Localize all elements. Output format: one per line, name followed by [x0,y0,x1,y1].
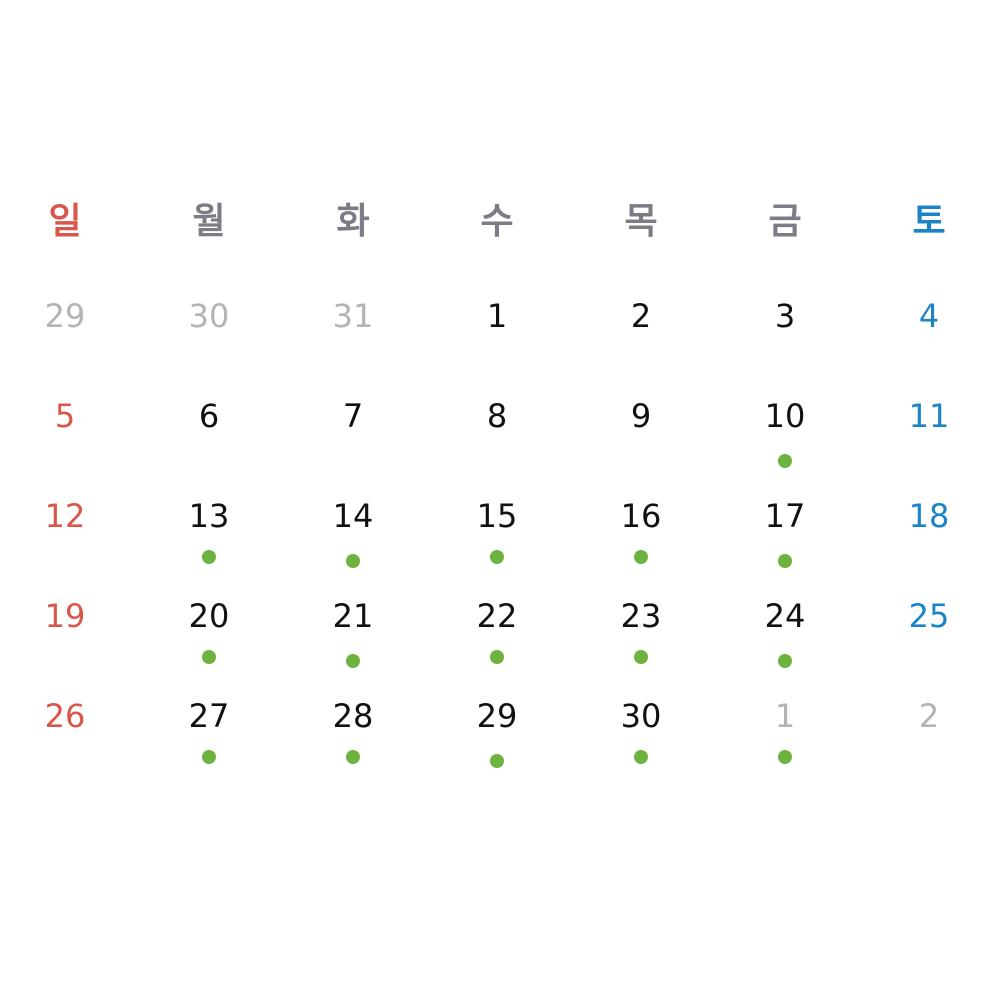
day-cell[interactable]: 20 [149,594,269,694]
day-number: 4 [918,297,940,335]
event-dot-icon [778,654,792,668]
day-cell[interactable]: 3 [725,294,845,394]
day-number: 9 [630,397,652,435]
day-number: 16 [620,497,662,535]
weekday-header-sat: 토 [912,201,946,242]
day-cell[interactable]: 10 [725,394,845,494]
day-number: 14 [332,497,374,535]
weekday-header-wed: 수 [480,201,514,242]
day-number: 27 [188,697,230,735]
event-dot-icon [346,554,360,568]
day-number: 7 [342,397,364,435]
day-cell[interactable]: 1 [725,694,845,794]
day-cell[interactable]: 30 [581,694,701,794]
day-cell[interactable]: 16 [581,494,701,594]
day-cell[interactable]: 15 [437,494,557,594]
weekday-header-fri: 금 [768,201,802,242]
day-cell[interactable]: 4 [869,294,989,394]
day-cell[interactable]: 18 [869,494,989,594]
day-number: 25 [908,597,950,635]
day-number: 3 [774,297,796,335]
event-dot-icon [778,454,792,468]
day-cell[interactable]: 8 [437,394,557,494]
day-cell[interactable]: 28 [293,694,413,794]
day-number: 1 [774,697,796,735]
day-cell[interactable]: 21 [293,594,413,694]
day-number: 23 [620,597,662,635]
day-cell[interactable]: 12 [5,494,125,594]
day-cell[interactable]: 25 [869,594,989,694]
day-cell[interactable]: 19 [5,594,125,694]
day-number: 15 [476,497,518,535]
day-number: 17 [764,497,806,535]
day-number: 13 [188,497,230,535]
day-cell[interactable]: 6 [149,394,269,494]
weekday-header-sun: 일 [48,201,82,242]
day-cell[interactable]: 29 [437,694,557,794]
event-dot-icon [490,754,504,768]
calendar: 일월화수목금토 29 30 31 1 2 3 4 5 6 7 8 9 10 11 12 13 14 15 16 17 1… [0,0,1000,1000]
event-dot-icon [634,550,648,564]
day-number: 12 [44,497,86,535]
day-number: 18 [908,497,950,535]
day-number: 2 [918,697,940,735]
event-dot-icon [778,554,792,568]
event-dot-icon [346,750,360,764]
day-cell[interactable]: 9 [581,394,701,494]
event-dot-icon [634,650,648,664]
event-dot-icon [202,750,216,764]
weekday-header-tue: 화 [336,201,370,242]
day-number: 31 [332,297,374,335]
day-cell[interactable]: 29 [5,294,125,394]
day-cell[interactable]: 11 [869,394,989,494]
day-number: 26 [44,697,86,735]
day-cell[interactable]: 26 [5,694,125,794]
event-dot-icon [634,750,648,764]
weekday-header-mon: 월 [192,201,226,242]
day-number: 6 [198,397,220,435]
event-dot-icon [490,550,504,564]
day-number: 19 [44,597,86,635]
weekday-header-row: 일월화수목금토 [0,196,1000,248]
day-cell[interactable]: 2 [869,694,989,794]
event-dot-icon [778,750,792,764]
day-number: 22 [476,597,518,635]
day-number: 1 [486,297,508,335]
day-cell[interactable]: 30 [149,294,269,394]
day-number: 11 [908,397,950,435]
day-cell[interactable]: 13 [149,494,269,594]
day-number: 8 [486,397,508,435]
day-number: 24 [764,597,806,635]
day-cell[interactable]: 5 [5,394,125,494]
day-number: 29 [44,297,86,335]
day-number: 28 [332,697,374,735]
event-dot-icon [202,650,216,664]
day-number: 29 [476,697,518,735]
day-cell[interactable]: 23 [581,594,701,694]
day-number: 30 [620,697,662,735]
day-number: 21 [332,597,374,635]
day-cell[interactable]: 1 [437,294,557,394]
day-number: 20 [188,597,230,635]
event-dot-icon [202,550,216,564]
day-cell[interactable]: 31 [293,294,413,394]
day-cell[interactable]: 7 [293,394,413,494]
event-dot-icon [490,650,504,664]
day-number: 2 [630,297,652,335]
day-cell[interactable]: 22 [437,594,557,694]
day-number: 30 [188,297,230,335]
day-cell[interactable]: 24 [725,594,845,694]
day-cell[interactable]: 14 [293,494,413,594]
day-number: 10 [764,397,806,435]
weekday-header-thu: 목 [624,201,658,242]
day-number: 5 [54,397,76,435]
event-dot-icon [346,654,360,668]
day-cell[interactable]: 2 [581,294,701,394]
day-cell[interactable]: 17 [725,494,845,594]
day-cell[interactable]: 27 [149,694,269,794]
